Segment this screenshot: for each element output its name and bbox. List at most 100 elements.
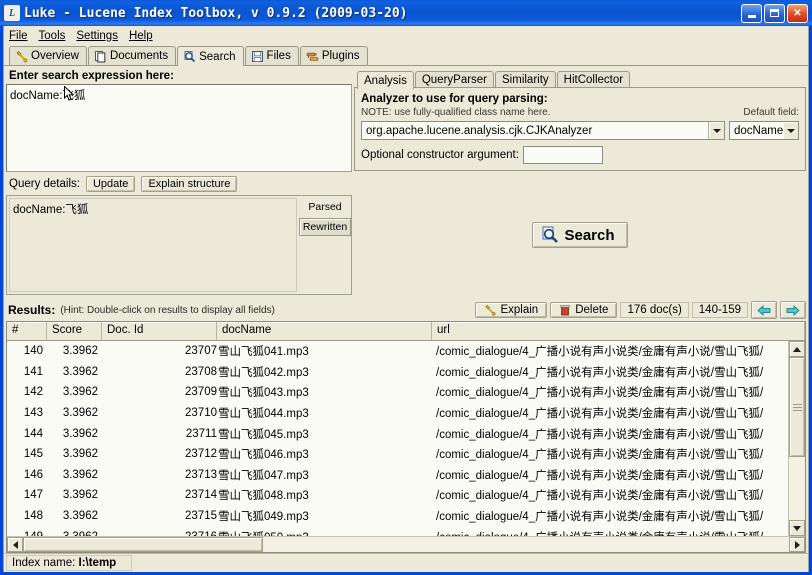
cell-docname: 雪山飞狐048.mp3	[218, 490, 309, 503]
tab-label: Plugins	[321, 50, 360, 62]
prev-page-button[interactable]	[751, 301, 777, 319]
menu-item-help[interactable]: Help	[129, 30, 153, 42]
column-header-index[interactable]: #	[7, 322, 47, 340]
status-index-label: Index name:	[12, 557, 76, 569]
side-tab-rewritten[interactable]: Rewritten	[299, 218, 351, 236]
cell-docid: 23711	[185, 427, 217, 440]
table-row[interactable]: 148 3.3962 23715 雪山飞狐049.mp3/comic_dialogue…	[7, 506, 788, 527]
luke-app-icon: L	[4, 5, 20, 21]
analyzer-value: org.apache.lucene.analysis.cjk.CJKAnalyz…	[366, 124, 593, 137]
next-page-button[interactable]	[780, 301, 806, 319]
cell-index: 145	[23, 448, 43, 461]
scrollbar-thumb[interactable]	[789, 357, 805, 457]
cell-docid: 23712	[185, 448, 217, 461]
search-expression-input[interactable]: docName:飞狐	[6, 84, 352, 172]
minimize-button[interactable]	[741, 3, 762, 23]
window-body: File Tools Settings Help Overview Docume…	[3, 26, 809, 572]
search-button[interactable]: Search	[532, 222, 628, 248]
cell-docid: 23710	[185, 407, 217, 420]
side-tab-parsed[interactable]: Parsed	[299, 198, 351, 216]
title-bar: L Luke - Lucene Index Toolbox, v 0.9.2 (…	[0, 0, 812, 26]
subtab-analysis[interactable]: Analysis	[357, 71, 414, 89]
column-header-url[interactable]: url	[432, 322, 805, 340]
results-table-body[interactable]: 140 3.3962 23707 雪山飞狐041.mp3/comic_dialogue…	[7, 341, 788, 536]
table-row[interactable]: 140 3.3962 23707 雪山飞狐041.mp3/comic_dialogue…	[7, 341, 788, 362]
table-row[interactable]: 144 3.3962 23711 雪山飞狐045.mp3/comic_dialogue…	[7, 423, 788, 444]
table-row[interactable]: 145 3.3962 23712 雪山飞狐046.mp3/comic_dialogue…	[7, 444, 788, 465]
table-row[interactable]: 142 3.3962 23709 雪山飞狐043.mp3/comic_dialogue…	[7, 382, 788, 403]
tab-files[interactable]: Files	[244, 46, 299, 65]
column-header-docname[interactable]: docName	[217, 322, 432, 340]
analyzer-pane: Analysis QueryParser Similarity HitColle…	[354, 69, 806, 299]
cell-score: 3.3962	[62, 407, 98, 420]
trash-icon	[559, 304, 571, 316]
delete-button[interactable]: Delete	[550, 302, 618, 318]
constructor-row: Optional constructor argument:	[361, 146, 799, 164]
cell-docname: 雪山飞狐050.mp3	[217, 529, 432, 536]
table-row[interactable]: 146 3.3962 23713 雪山飞狐047.mp3/comic_dialogue…	[7, 465, 788, 486]
tab-search[interactable]: Search	[177, 46, 244, 66]
cell-index: 142	[23, 386, 43, 399]
status-index-name: Index name: I:\temp	[6, 555, 132, 571]
scroll-left-button[interactable]	[7, 537, 23, 552]
window-controls: ✕	[741, 3, 810, 23]
cell-url: /comic_dialogue/4_广播小说有声小说类/金庸有声小说/雪山飞狐/	[436, 490, 764, 503]
tab-documents[interactable]: Documents	[87, 46, 177, 65]
window-title: Luke - Lucene Index Toolbox, v 0.9.2 (20…	[24, 5, 408, 21]
delete-button-label: Delete	[575, 304, 609, 316]
analyzer-note: NOTE: use fully-qualified class name her…	[361, 107, 551, 118]
analyzer-combobox[interactable]: org.apache.lucene.analysis.cjk.CJKAnalyz…	[361, 121, 725, 140]
chevron-down-icon[interactable]	[708, 122, 724, 139]
hscrollbar-track[interactable]	[263, 537, 789, 552]
tab-overview[interactable]: Overview	[9, 46, 87, 65]
table-row[interactable]: 141 3.3962 23708 雪山飞狐042.mp3/comic_dialogue…	[7, 362, 788, 383]
close-button[interactable]: ✕	[787, 3, 808, 23]
cell-score: 3.3962	[62, 345, 98, 358]
column-header-score[interactable]: Score	[47, 322, 102, 340]
subtab-similarity[interactable]: Similarity	[495, 71, 556, 88]
default-field-label: Default field:	[743, 107, 799, 118]
tab-label: Files	[266, 50, 291, 62]
minimize-icon	[747, 14, 756, 18]
wrench-icon	[484, 304, 496, 316]
explain-button[interactable]: Explain	[475, 302, 548, 318]
subtab-hitcollector[interactable]: HitCollector	[556, 71, 631, 88]
menu-item-file[interactable]: File	[9, 30, 28, 42]
constructor-argument-input[interactable]	[522, 146, 603, 164]
default-field-combobox[interactable]: docName	[729, 121, 799, 140]
cell-url: /comic_dialogue/4_广播小说有声小说类/金庸有声小说/雪山飞狐/	[436, 511, 764, 524]
wrench-icon	[15, 50, 28, 63]
menu-item-tools[interactable]: Tools	[39, 30, 66, 42]
triangle-down-icon	[793, 525, 801, 531]
scroll-up-button[interactable]	[789, 341, 805, 357]
cell-url: /comic_dialogue/4_广播小说有声小说类/金庸有声小说/雪山飞狐/	[436, 449, 764, 462]
cell-index: 148	[23, 510, 43, 523]
cell-docid: 23708	[185, 365, 217, 378]
cell-score: 3.3962	[62, 510, 98, 523]
subtab-queryparser[interactable]: QueryParser	[414, 71, 495, 88]
scroll-right-button[interactable]	[789, 537, 805, 552]
table-row[interactable]: 147 3.3962 23714 雪山飞狐048.mp3/comic_dialogue…	[7, 485, 788, 506]
maximize-button[interactable]	[764, 3, 785, 23]
column-header-docid[interactable]: Doc. Id	[102, 322, 217, 340]
scroll-down-button[interactable]	[789, 520, 805, 536]
cell-docname: 雪山飞狐046.mp3	[218, 449, 309, 462]
query-details-value: docName:飞狐	[13, 204, 89, 216]
hscrollbar-thumb[interactable]	[23, 537, 263, 552]
scrollbar-track[interactable]	[789, 457, 805, 520]
cell-score: 3.3962	[62, 365, 98, 378]
cell-url: /comic_dialogue/4_广播小说有声小说类/金庸有声小说/雪山飞狐/	[436, 346, 764, 359]
cell-index: 144	[23, 427, 43, 440]
status-bar: Index name: I:\temp	[4, 553, 808, 572]
query-details-text[interactable]: docName:飞狐	[9, 198, 297, 292]
update-button[interactable]: Update	[85, 176, 136, 192]
menu-item-settings[interactable]: Settings	[76, 30, 118, 42]
results-horizontal-scrollbar[interactable]	[7, 536, 805, 552]
table-row[interactable]: 143 3.3962 23710 雪山飞狐044.mp3/comic_dialogue…	[7, 403, 788, 424]
cell-score: 3.3962	[62, 427, 98, 440]
chevron-down-icon[interactable]	[783, 122, 798, 139]
table-row[interactable]: 1493.396223716雪山飞狐050.mp3/comic_dialogue…	[7, 526, 788, 536]
results-vertical-scrollbar[interactable]	[788, 341, 805, 536]
explain-structure-button[interactable]: Explain structure	[141, 176, 238, 192]
tab-plugins[interactable]: Plugins	[299, 46, 368, 65]
